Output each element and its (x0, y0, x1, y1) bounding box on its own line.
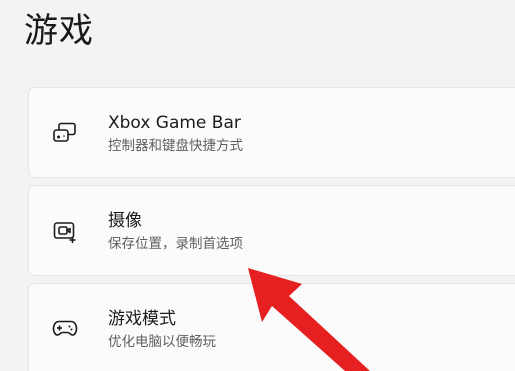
settings-card-game-mode[interactable]: 游戏模式 优化电脑以便畅玩 (28, 283, 515, 371)
item-description: 控制器和键盘快捷方式 (108, 138, 243, 154)
settings-gaming-page: 游戏 Xbox Game Bar 控制器和键盘快捷方式 摄像 保存位置，录制首选… (0, 0, 515, 371)
settings-card-xbox-game-bar[interactable]: Xbox Game Bar 控制器和键盘快捷方式 (28, 87, 515, 178)
settings-card-captures[interactable]: 摄像 保存位置，录制首选项 (28, 185, 515, 276)
item-label: 摄像 (108, 211, 142, 231)
page-title: 游戏 (24, 11, 94, 51)
item-label: Xbox Game Bar (108, 113, 241, 133)
gamepad-icon (52, 320, 78, 336)
item-description: 保存位置，录制首选项 (108, 236, 243, 252)
item-label: 游戏模式 (108, 309, 176, 329)
item-description: 优化电脑以便畅玩 (108, 334, 216, 350)
capture-camera-icon (53, 222, 76, 243)
xbox-game-bar-icon (53, 122, 76, 142)
